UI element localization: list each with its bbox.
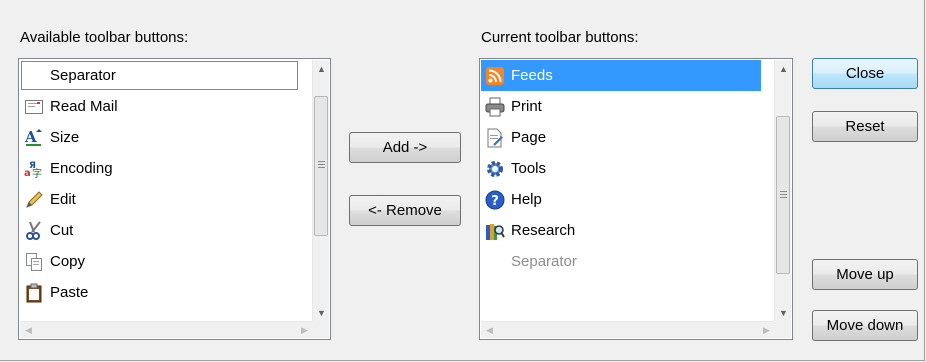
- scroll-thumb[interactable]: [776, 116, 790, 274]
- available-item-label: Size: [50, 129, 80, 146]
- scroll-right-arrow-icon[interactable]: ▶: [758, 322, 775, 339]
- scrollbar-corner: [774, 321, 791, 338]
- svg-text:A: A: [24, 128, 37, 146]
- available-item-encoding[interactable]: aЯ字 Encoding: [20, 153, 313, 184]
- svg-text:?: ?: [491, 194, 499, 209]
- scroll-thumb[interactable]: [314, 96, 328, 236]
- current-item-label: Help: [511, 191, 542, 208]
- available-horizontal-scrollbar[interactable]: ◀ ▶: [20, 321, 313, 338]
- close-button[interactable]: Close: [812, 58, 918, 89]
- current-item-tools[interactable]: Tools: [481, 153, 775, 184]
- rss-feed-icon: [485, 66, 505, 86]
- current-item-research[interactable]: Research: [481, 215, 775, 246]
- svg-text:字: 字: [32, 167, 42, 179]
- page-icon: [485, 128, 505, 148]
- research-icon: [485, 221, 505, 241]
- scroll-up-arrow-icon[interactable]: ▲: [313, 60, 330, 77]
- available-vertical-scrollbar[interactable]: ▲ ▼: [312, 60, 329, 321]
- read-mail-icon: [24, 97, 44, 117]
- focus-rectangle: [21, 61, 298, 90]
- available-buttons-list[interactable]: Separator Read Mail A Size aЯ字 Encoding …: [18, 58, 331, 340]
- available-buttons-label: Available toolbar buttons:: [20, 29, 189, 46]
- available-item-label: Copy: [50, 253, 86, 270]
- available-item-copy[interactable]: Copy: [20, 246, 313, 277]
- scroll-down-arrow-icon[interactable]: ▼: [313, 304, 330, 321]
- encoding-icon: aЯ字: [24, 159, 44, 179]
- scroll-left-arrow-icon[interactable]: ◀: [20, 322, 37, 339]
- current-item-print[interactable]: Print: [481, 91, 775, 122]
- add-button[interactable]: Add ->: [349, 132, 461, 163]
- printer-icon: [485, 97, 505, 117]
- move-up-button[interactable]: Move up: [812, 259, 918, 290]
- available-item-label: Read Mail: [50, 98, 118, 115]
- current-vertical-scrollbar[interactable]: ▲ ▼: [774, 60, 791, 321]
- current-item-page[interactable]: Page: [481, 122, 775, 153]
- available-item-label: Cut: [50, 222, 74, 239]
- pencil-icon: [24, 190, 44, 210]
- text-size-icon: A: [24, 128, 44, 148]
- remove-button[interactable]: <- Remove: [349, 195, 461, 226]
- current-buttons-list[interactable]: Feeds Print Page Tools ? Help Research S…: [479, 58, 793, 340]
- current-item-label: Research: [511, 222, 576, 239]
- help-icon: ?: [485, 190, 505, 210]
- scissors-icon: [24, 220, 44, 241]
- current-buttons-label: Current toolbar buttons:: [481, 29, 639, 46]
- available-item-read-mail[interactable]: Read Mail: [20, 91, 313, 122]
- available-item-paste[interactable]: Paste: [20, 277, 313, 308]
- current-item-label: Separator: [511, 253, 577, 270]
- current-item-help[interactable]: ? Help: [481, 184, 775, 215]
- available-item-label: Paste: [50, 284, 89, 301]
- current-item-feeds[interactable]: Feeds: [481, 60, 761, 91]
- clipboard-icon: [24, 283, 44, 303]
- current-item-separator[interactable]: Separator: [481, 246, 775, 277]
- available-item-label: Edit: [50, 191, 76, 208]
- reset-button[interactable]: Reset: [812, 111, 918, 142]
- scroll-up-arrow-icon[interactable]: ▲: [775, 60, 792, 77]
- current-item-label: Page: [511, 129, 547, 146]
- current-horizontal-scrollbar[interactable]: ◀ ▶: [481, 321, 775, 338]
- gear-icon: [485, 159, 505, 179]
- scroll-left-arrow-icon[interactable]: ◀: [481, 322, 498, 339]
- available-item-cut[interactable]: Cut: [20, 215, 313, 246]
- current-item-label: Feeds: [511, 67, 553, 84]
- available-item-size[interactable]: A Size: [20, 122, 313, 153]
- scroll-down-arrow-icon[interactable]: ▼: [775, 304, 792, 321]
- blank-icon: [485, 252, 505, 272]
- copy-icon: [24, 252, 44, 272]
- move-down-button[interactable]: Move down: [812, 310, 918, 341]
- available-item-edit[interactable]: Edit: [20, 184, 313, 215]
- scrollbar-corner: [312, 321, 329, 338]
- available-item-label: Encoding: [50, 160, 113, 177]
- current-item-label: Tools: [511, 160, 547, 177]
- scroll-right-arrow-icon[interactable]: ▶: [296, 322, 313, 339]
- current-item-label: Print: [511, 98, 542, 115]
- available-item-separator[interactable]: Separator: [20, 60, 313, 91]
